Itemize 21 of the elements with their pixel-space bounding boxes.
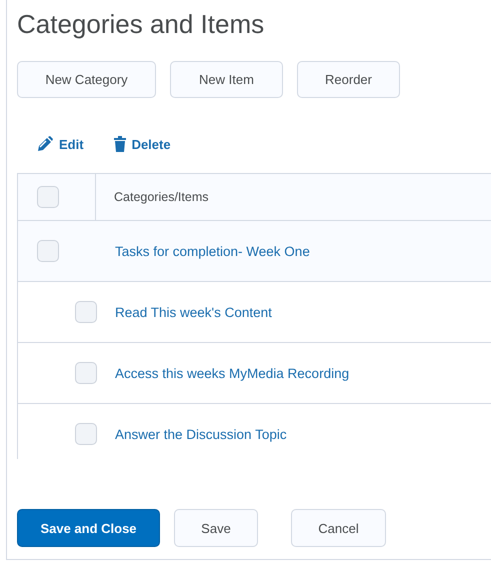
checkbox[interactable] xyxy=(75,301,97,323)
action-link[interactable]: Edit xyxy=(37,134,84,154)
action-link[interactable]: Delete xyxy=(114,134,171,154)
toolbar-button[interactable]: New Category xyxy=(17,61,156,98)
category-link[interactable]: Tasks for completion- Week One xyxy=(115,244,310,258)
pencil-icon xyxy=(37,136,53,152)
checkbox[interactable] xyxy=(37,186,59,208)
item-link[interactable]: Answer the Discussion Topic xyxy=(115,426,287,442)
primary-button[interactable]: Save and Close xyxy=(17,509,160,547)
toolbar-button[interactable]: Reorder xyxy=(297,61,400,98)
trash-icon xyxy=(114,136,126,152)
toolbar-button[interactable]: New Item xyxy=(170,61,283,98)
checkbox[interactable] xyxy=(75,423,97,445)
page-title: Categories and Items xyxy=(17,8,266,41)
item-link[interactable]: Read This week's Content xyxy=(115,304,272,320)
footer-button[interactable]: Save xyxy=(174,509,258,547)
checkbox[interactable] xyxy=(37,240,59,262)
item-link[interactable]: Access this weeks MyMedia Recording xyxy=(115,366,350,380)
column-header: Categories/Items xyxy=(113,189,208,206)
checkbox[interactable] xyxy=(75,362,97,384)
footer-button[interactable]: Cancel xyxy=(291,509,386,547)
